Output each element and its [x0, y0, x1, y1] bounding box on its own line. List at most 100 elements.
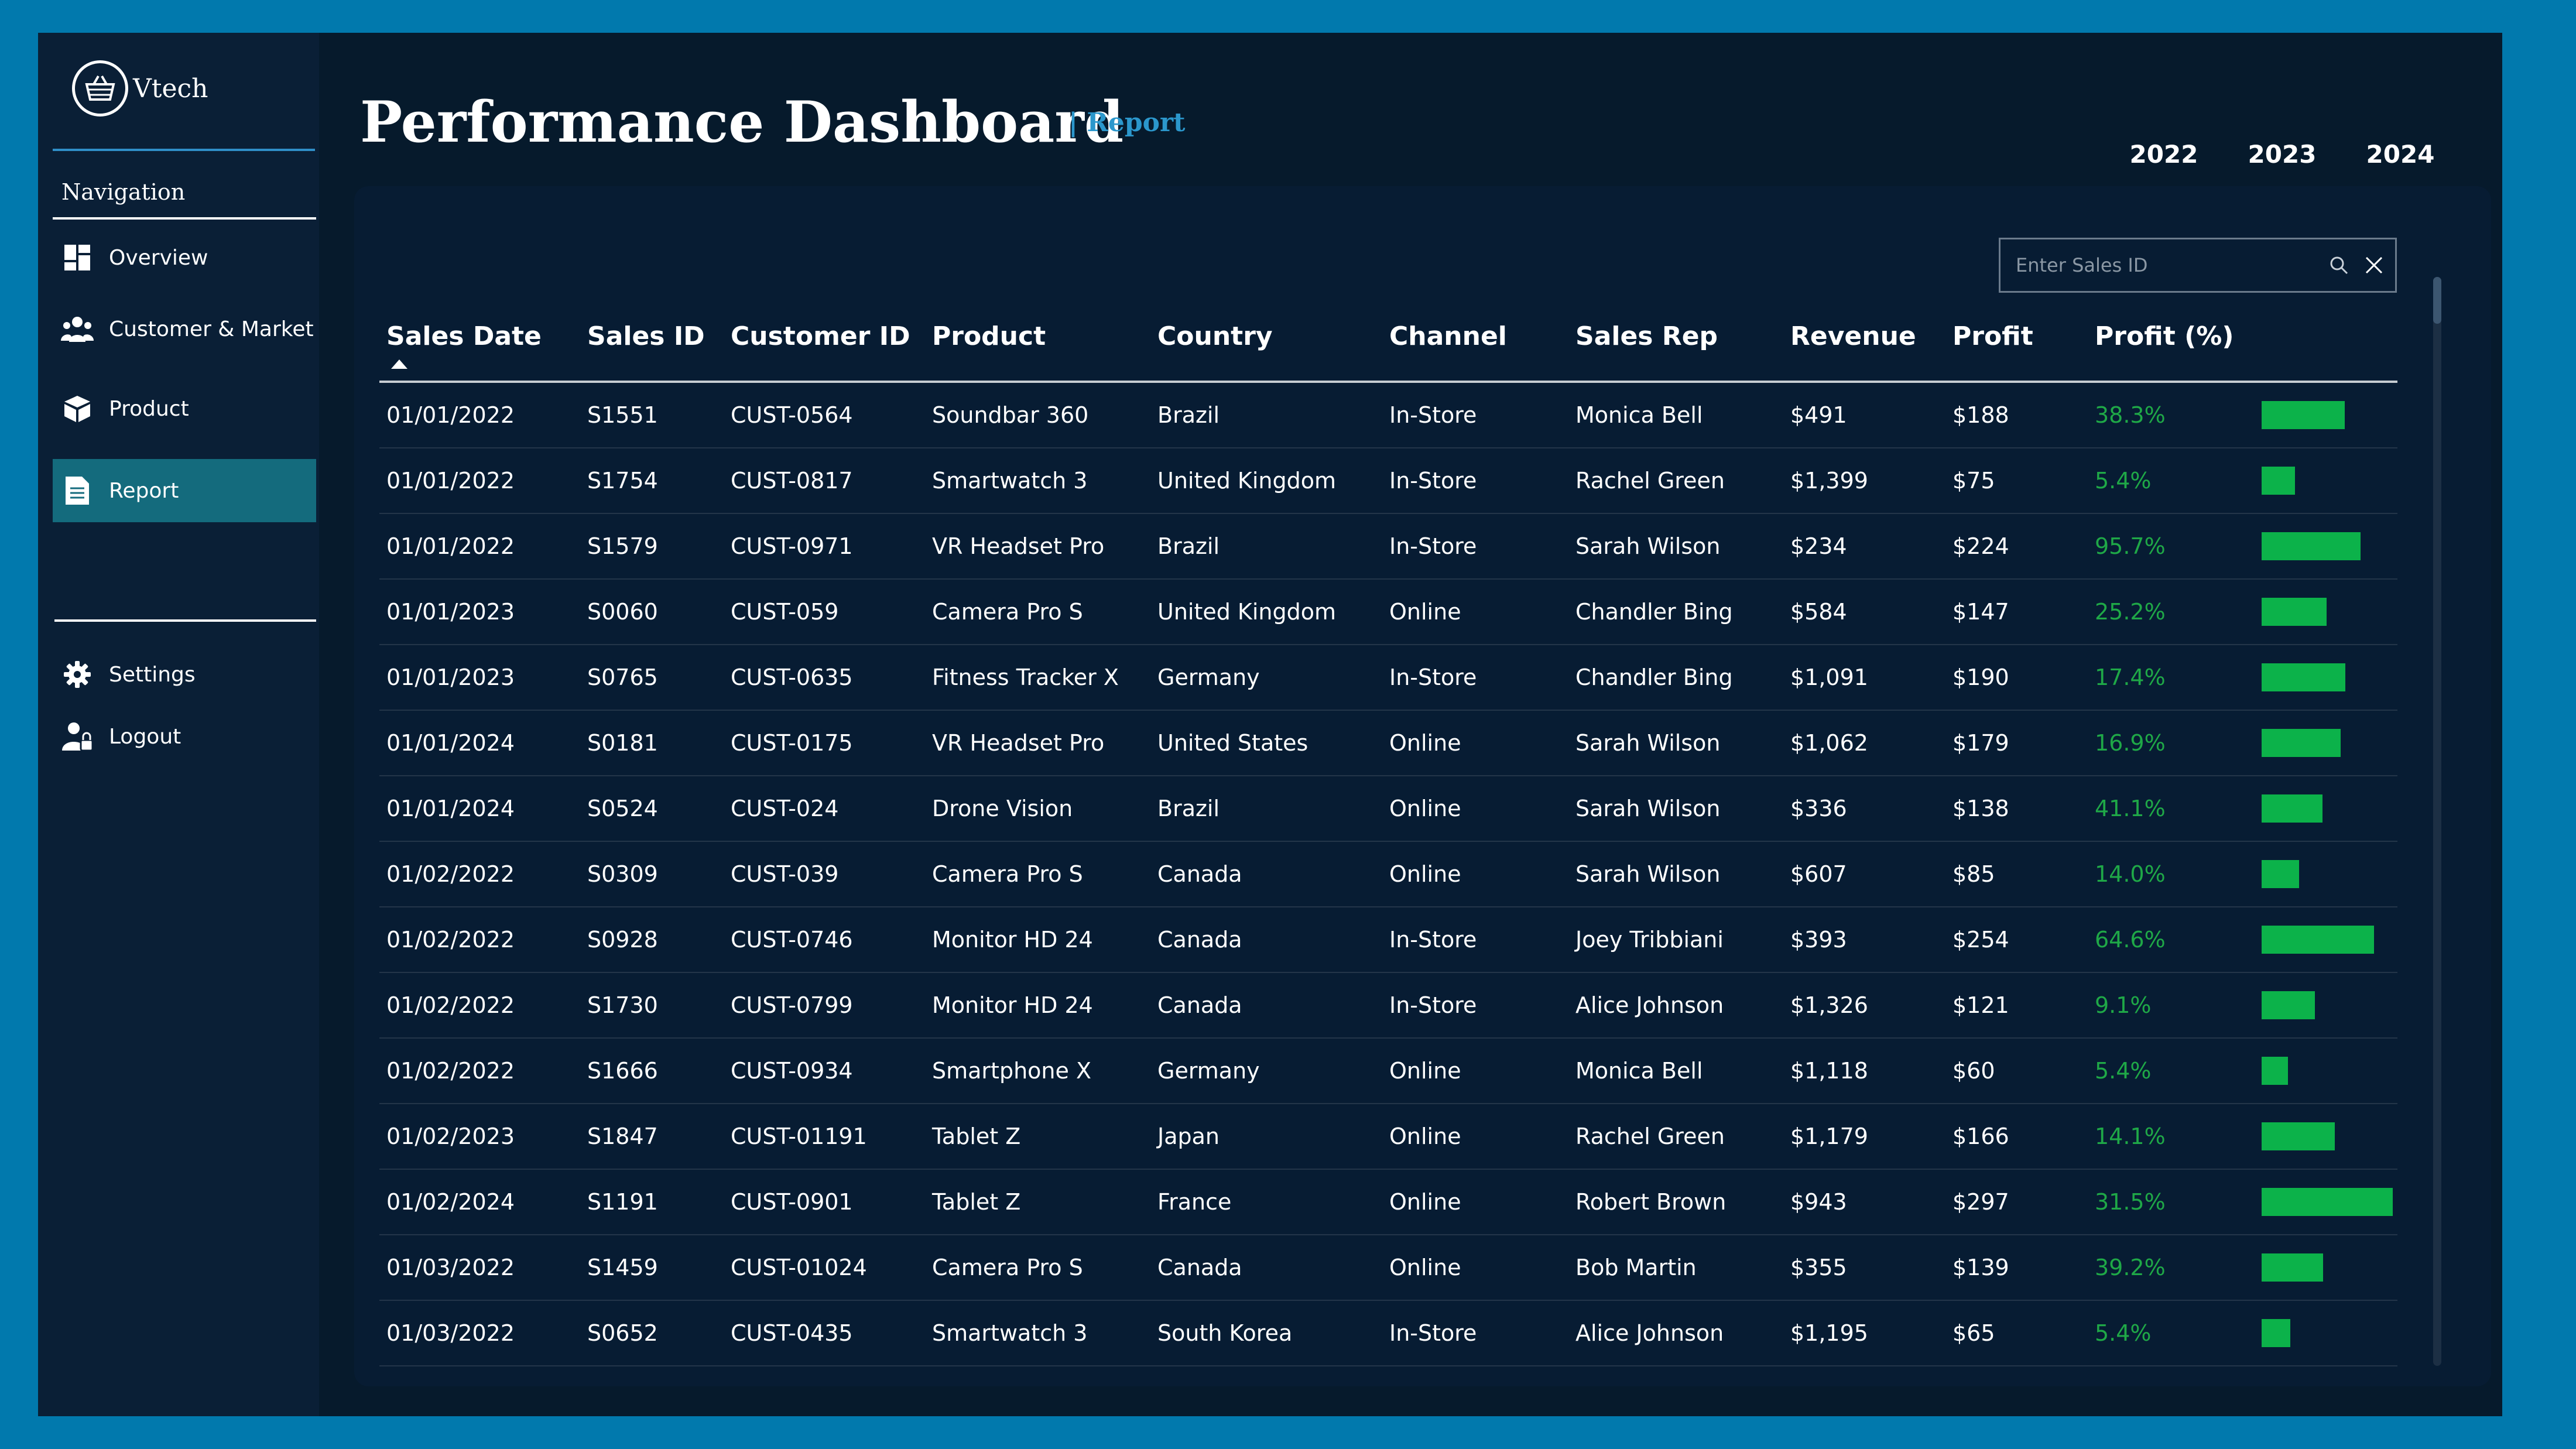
cell-sales-rep: Rachel Green — [1568, 448, 1783, 514]
cell-sales-rep: Sarah Wilson — [1568, 841, 1783, 907]
cell-sales-date: 01/03/2022 — [379, 1235, 580, 1301]
cell-sales-date: 01/01/2023 — [379, 645, 580, 711]
table-row[interactable]: 01/02/2022 S1730 CUST-0799 Monitor HD 24 Can… — [379, 972, 2397, 1039]
profit-data-bar — [2262, 598, 2327, 626]
cell-product: VR Headset Pro — [925, 710, 1150, 776]
table-row[interactable]: 01/01/2023 S0765 CUST-0635 Fitness Tracker … — [379, 645, 2397, 711]
search-icon[interactable] — [2321, 248, 2356, 283]
cell-product: Camera Pro S — [925, 1235, 1150, 1301]
profit-data-bar — [2262, 729, 2341, 757]
cell-product: VR Headset Pro — [925, 513, 1150, 580]
cell-sales-date: 01/01/2023 — [379, 579, 580, 645]
year-filter-2022[interactable]: 2022 — [2109, 121, 2218, 191]
table-row[interactable]: 01/01/2022 S1754 CUST-0817 Smartwatch 3 Unit… — [379, 448, 2397, 514]
cell-sales-rep: Monica Bell — [1568, 382, 1783, 448]
cell-profit-pct: 95.7% — [2088, 513, 2255, 580]
cell-profit: $139 — [1945, 1235, 2088, 1301]
table-row[interactable]: 01/02/2022 S1666 CUST-0934 Smartphone X Germ… — [379, 1038, 2397, 1104]
table-row[interactable]: 01/01/2022 S1551 CUST-0564 Soundbar 360 Braz… — [379, 382, 2397, 448]
column-header-sales-rep[interactable]: Sales Rep — [1568, 292, 1783, 383]
profit-data-bar — [2262, 991, 2315, 1019]
cell-channel: Online — [1382, 1235, 1568, 1301]
cell-channel: Online — [1382, 710, 1568, 776]
document-icon — [61, 474, 94, 507]
cell-channel: Online — [1382, 1104, 1568, 1170]
table-row[interactable]: 01/02/2022 S0928 CUST-0746 Monitor HD 24 Can… — [379, 907, 2397, 973]
cell-customer-id: CUST-01024 — [724, 1235, 925, 1301]
column-header-customer-id[interactable]: Customer ID — [724, 292, 925, 383]
table-row[interactable]: 01/01/2024 S0181 CUST-0175 VR Headset Pro Un… — [379, 710, 2397, 776]
column-header-product[interactable]: Product — [925, 292, 1150, 383]
sidebar-item-report[interactable]: Report — [53, 459, 316, 522]
app-name: Vtech — [133, 73, 208, 104]
column-header-profit[interactable]: Profit — [1945, 292, 2088, 383]
cell-profit-bar — [2255, 710, 2397, 776]
table-scrollbar[interactable] — [2433, 277, 2441, 1366]
cell-sales-rep: Alice Johnson — [1568, 972, 1783, 1039]
column-header-sales-id[interactable]: Sales ID — [580, 292, 724, 383]
cell-country: Canada — [1150, 1235, 1382, 1301]
cell-profit: $60 — [1945, 1038, 2088, 1104]
cell-profit-pct: 5.4% — [2088, 1038, 2255, 1104]
gear-icon — [61, 658, 94, 691]
year-filter-2023[interactable]: 2023 — [2228, 121, 2337, 191]
sidebar-item-logout[interactable]: Logout — [53, 705, 316, 768]
cell-country: United Kingdom — [1150, 448, 1382, 514]
users-icon — [61, 313, 94, 345]
sidebar-item-label: Customer & Market — [109, 317, 314, 341]
table-row[interactable]: 01/03/2022 S1459 CUST-01024 Camera Pro S Can… — [379, 1235, 2397, 1301]
profit-data-bar — [2262, 1122, 2335, 1150]
cell-revenue: $234 — [1783, 513, 1945, 580]
cell-profit-bar — [2255, 1104, 2397, 1170]
sidebar-item-overview[interactable]: Overview — [53, 226, 316, 289]
cell-profit-pct: 41.1% — [2088, 776, 2255, 842]
scrollbar-thumb[interactable] — [2433, 277, 2441, 324]
cell-sales-date: 01/01/2024 — [379, 710, 580, 776]
table-row[interactable]: 01/02/2022 S0309 CUST-039 Camera Pro S Canad… — [379, 841, 2397, 907]
cell-sales-rep: Sarah Wilson — [1568, 513, 1783, 580]
cell-sales-rep: Rachel Green — [1568, 1104, 1783, 1170]
column-header-sales-date[interactable]: Sales Date — [379, 292, 580, 383]
cell-profit-bar — [2255, 1169, 2397, 1235]
cell-sales-id: S0652 — [580, 1300, 724, 1366]
cell-sales-date: 01/02/2022 — [379, 841, 580, 907]
cell-revenue: $1,118 — [1783, 1038, 1945, 1104]
cell-sales-rep: Monica Bell — [1568, 1038, 1783, 1104]
cell-channel: In-Store — [1382, 513, 1568, 580]
cell-revenue: $355 — [1783, 1235, 1945, 1301]
cell-revenue: $1,062 — [1783, 710, 1945, 776]
table-row[interactable]: 01/01/2023 S0060 CUST-059 Camera Pro S Unite… — [379, 579, 2397, 645]
cell-country: France — [1150, 1169, 1382, 1235]
cell-revenue: $336 — [1783, 776, 1945, 842]
sidebar-item-settings[interactable]: Settings — [53, 643, 316, 706]
cell-profit-bar — [2255, 1300, 2397, 1366]
close-icon[interactable] — [2356, 248, 2392, 283]
cell-profit: $190 — [1945, 645, 2088, 711]
sidebar-item-label: Settings — [109, 662, 196, 687]
column-header-revenue[interactable]: Revenue — [1783, 292, 1945, 383]
app-window: Vtech Navigation Overview Customer & Mar… — [38, 33, 2502, 1416]
table-row[interactable]: 01/03/2022 S0652 CUST-0435 Smartwatch 3 Sout… — [379, 1300, 2397, 1366]
sidebar-item-product[interactable]: Product — [53, 377, 316, 440]
search-input[interactable] — [2015, 254, 2321, 277]
table-row[interactable]: 01/02/2023 S1847 CUST-01191 Tablet Z Japan On… — [379, 1104, 2397, 1170]
sidebar-item-customer-market[interactable]: Customer & Market — [53, 297, 316, 361]
cell-profit: $85 — [1945, 841, 2088, 907]
cell-profit-bar — [2255, 448, 2397, 514]
cell-sales-rep: Bob Martin — [1568, 1235, 1783, 1301]
cell-channel: In-Store — [1382, 1300, 1568, 1366]
column-header-channel[interactable]: Channel — [1382, 292, 1568, 383]
cell-profit-bar — [2255, 579, 2397, 645]
table-row[interactable]: 01/01/2022 S1579 CUST-0971 VR Headset Pro Br… — [379, 513, 2397, 580]
cell-sales-date: 01/02/2022 — [379, 972, 580, 1039]
cell-profit-pct: 17.4% — [2088, 645, 2255, 711]
table-row[interactable]: 01/01/2024 S0524 CUST-024 Drone Vision Brazi… — [379, 776, 2397, 842]
table-row[interactable]: 01/02/2024 S1191 CUST-0901 Tablet Z France On… — [379, 1169, 2397, 1235]
year-filter-2024[interactable]: 2024 — [2346, 121, 2455, 191]
cell-product: Fitness Tracker X — [925, 645, 1150, 711]
column-header-country[interactable]: Country — [1150, 292, 1382, 383]
cell-profit-pct: 16.9% — [2088, 710, 2255, 776]
cell-sales-rep: Robert Brown — [1568, 1169, 1783, 1235]
profit-data-bar — [2262, 532, 2361, 560]
column-header-profit-pct[interactable]: Profit (%) — [2088, 292, 2255, 383]
